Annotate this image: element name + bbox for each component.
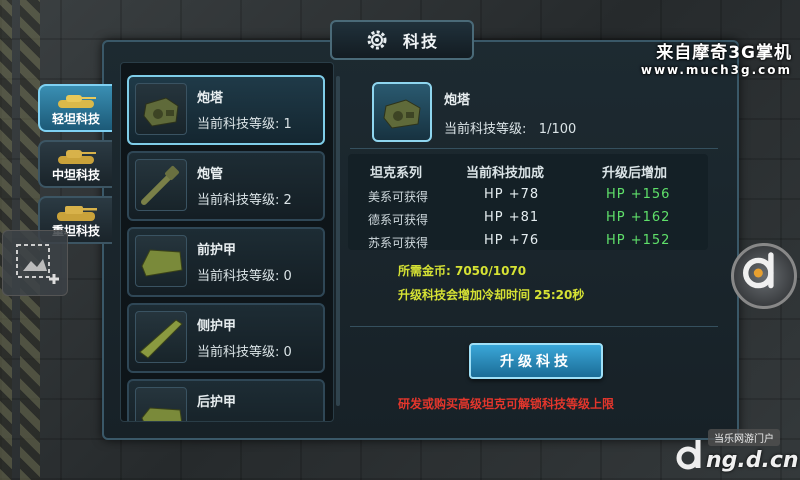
row-next: HP +152 [606,233,671,248]
brand-url: ng.d.cn [706,448,799,473]
divider [350,326,718,327]
rear-armor-icon [135,387,187,421]
list-item-front-armor[interactable]: 前护甲 当前科技等级: 0 [127,227,325,297]
item-level: 当前科技等级: 2 [197,193,292,208]
header-current: 当前科技加成 [466,166,545,181]
detail-name: 炮塔 [444,93,471,108]
gear-icon [367,30,387,50]
list-item-side-armor[interactable]: 侧护甲 当前科技等级: 0 [127,303,325,373]
item-level: 当前科技等级: 0 [197,345,292,360]
row-series: 美系可获得 [368,190,429,204]
list-scrollbar[interactable] [336,76,340,406]
title-tab: 科技 [330,20,474,60]
row-current: HP +76 [484,233,540,248]
tab-medium-tank-label: 中坦科技 [51,168,100,182]
gold-requirement: 所需金币: 7050/1070 [398,264,527,278]
item-level: 当前科技等级: 0 [197,269,292,284]
tech-list[interactable]: 炮塔 当前科技等级: 1 炮管 当前科技等级: 2 前护甲 当前科技等级: 0 … [120,62,334,422]
brand-badge: 当乐网游门户 [708,429,780,446]
tab-light-tank-label: 轻坦科技 [51,112,100,126]
tab-light-tank[interactable]: 轻坦科技 [38,84,112,132]
list-item-barrel[interactable]: 炮管 当前科技等级: 2 [127,151,325,221]
tank-icon [58,95,96,108]
item-level: 当前科技等级: 1 [197,117,292,132]
screenshot-icon [16,244,59,284]
tab-medium-tank[interactable]: 中坦科技 [38,140,112,188]
watermark-line2: www.much3g.com [640,63,792,77]
row-current: HP +81 [484,210,540,225]
barrel-icon [135,159,187,211]
row-next: HP +156 [606,187,671,202]
upgrade-button[interactable]: 升级科技 [469,343,603,379]
tank-icon [57,206,97,221]
detail-level: 当前科技等级: 1/100 [444,122,577,137]
page-title: 科技 [402,32,439,51]
front-armor-icon [135,235,187,287]
list-item-rear-armor[interactable]: 后护甲 [127,379,325,421]
item-name: 前护甲 [197,243,237,258]
tank-icon [58,150,96,164]
row-current: HP +78 [484,187,540,202]
d-logo-icon [743,252,774,289]
header-next: 升级后增加 [602,166,668,181]
watermark: 来自摩奇3G掌机 www.much3g.com [641,38,792,77]
detail-turret-icon [372,82,432,142]
stats-table: 坦克系列 当前科技加成 升级后增加 美系可获得 HP +78 HP +156 德… [348,154,708,250]
list-item-turret[interactable]: 炮塔 当前科技等级: 1 [127,75,325,145]
brand-watermark: 当乐网游门户 ng.d.cn [676,426,799,478]
divider [350,148,718,149]
cooldown-text: 升级科技会增加冷却时间 25:20秒 [398,288,585,302]
row-next: HP +162 [606,210,671,225]
side-armor-icon [135,311,187,363]
turret-icon [135,83,187,135]
row-series: 德系可获得 [368,213,429,227]
row-series: 苏系可获得 [368,236,429,250]
header-series: 坦克系列 [370,166,423,181]
item-name: 侧护甲 [197,319,237,334]
item-name: 炮管 [197,167,224,182]
unlock-notice: 研发或购买高级坦克可解锁科技等级上限 [398,397,615,411]
watermark-line1: 来自摩奇3G掌机 [656,43,792,63]
item-name: 炮塔 [197,91,224,106]
d-logo-button[interactable] [731,243,797,309]
d-logo-icon [676,440,701,470]
item-name: 后护甲 [197,395,237,410]
screenshot-button[interactable] [2,230,68,296]
